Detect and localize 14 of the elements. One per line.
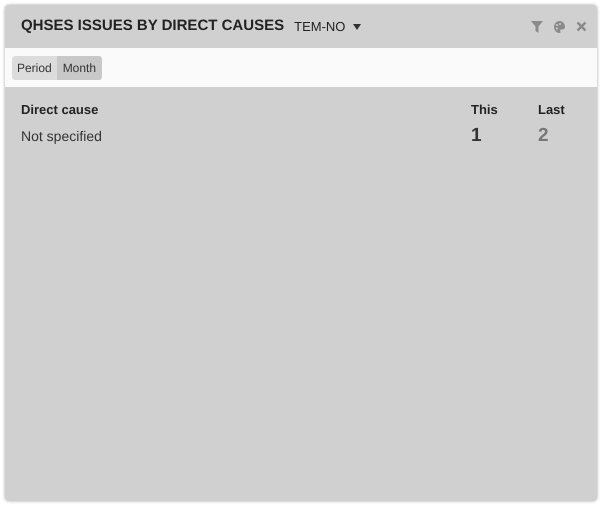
widget-title: QHSES ISSUES BY DIRECT CAUSES: [21, 16, 284, 36]
filter-icon[interactable]: [531, 20, 543, 32]
column-header: This: [471, 101, 499, 120]
table-cell-text: Not specified: [21, 126, 103, 146]
table-cell-text: 2: [538, 124, 550, 148]
scope-dropdown[interactable]: TEM-NO: [294, 16, 362, 36]
table-cell-text: 1: [471, 124, 483, 148]
column-header: Direct cause: [21, 101, 100, 120]
palette-icon[interactable]: [553, 20, 566, 34]
filter-label: Period: [12, 56, 57, 80]
close-icon[interactable]: [576, 21, 587, 32]
column-header: Last: [538, 101, 566, 120]
caret-icon: [353, 24, 362, 30]
period-value[interactable]: Month: [56, 56, 102, 80]
